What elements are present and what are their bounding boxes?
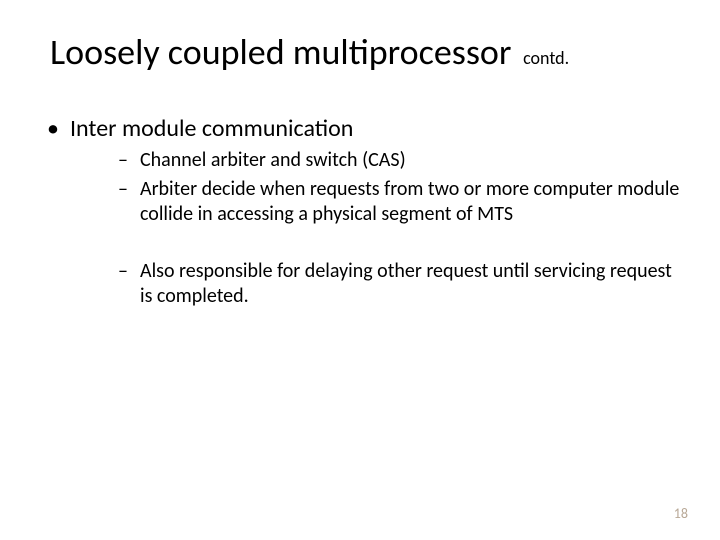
- bullet-item-l1: Inter module communication Channel arbit…: [45, 114, 680, 309]
- bullet-text: Also responsible for delaying other requ…: [140, 259, 672, 308]
- spacer: [118, 231, 680, 259]
- slide-content: Inter module communication Channel arbit…: [40, 114, 680, 309]
- slide-title: Loosely coupled multiprocessor: [50, 30, 511, 74]
- bullet-list-l2: Channel arbiter and switch (CAS) Arbiter…: [70, 148, 680, 309]
- slide: Loosely coupled multiprocessor contd. In…: [0, 0, 720, 540]
- bullet-text: Inter module communication: [70, 114, 353, 143]
- bullet-text: Channel arbiter and switch (CAS): [140, 148, 406, 172]
- slide-title-area: Loosely coupled multiprocessor contd.: [40, 30, 680, 74]
- page-number: 18: [674, 505, 688, 522]
- bullet-text: Arbiter decide when requests from two or…: [140, 177, 679, 226]
- bullet-item-l2: Channel arbiter and switch (CAS): [118, 148, 680, 173]
- slide-title-contd: contd.: [523, 47, 569, 69]
- bullet-item-l2: Arbiter decide when requests from two or…: [118, 177, 680, 227]
- bullet-item-l2: Also responsible for delaying other requ…: [118, 259, 680, 309]
- bullet-list-l1: Inter module communication Channel arbit…: [45, 114, 680, 309]
